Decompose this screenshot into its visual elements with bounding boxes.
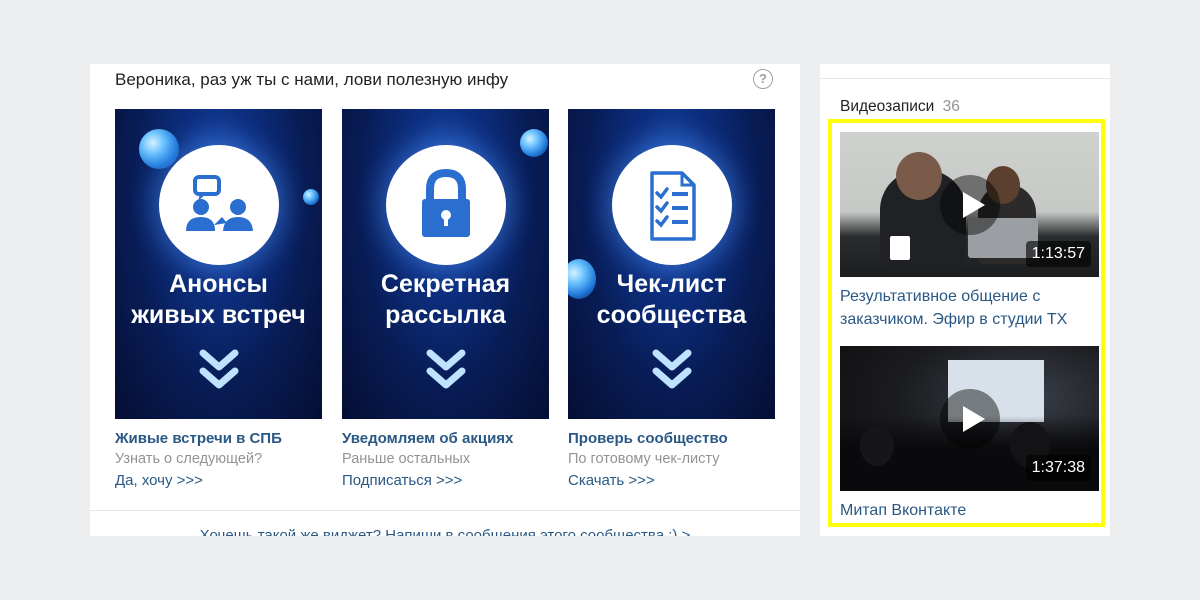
videos-count: 36 [942, 98, 960, 115]
double-chevron-down-icon [199, 349, 238, 389]
video-thumbnail[interactable]: 1:37:38 [840, 346, 1099, 491]
help-icon[interactable]: ? [753, 69, 773, 89]
widget-card-meetups[interactable]: Анонсы живых встреч Живые встречи в СПБ … [115, 109, 322, 489]
card-banner-newsletter[interactable]: Секретная рассылка [342, 109, 549, 419]
card-banner-text: Анонсы живых встреч [131, 270, 306, 329]
card-subtitle: Узнать о следующей? [115, 451, 263, 467]
video-item[interactable]: 1:13:57 Результативное общение с заказчи… [840, 132, 1099, 331]
card-subtitle: Раньше остальных [342, 451, 471, 467]
person-silhouette [896, 152, 942, 200]
widget-card-checklist[interactable]: Чек-лист сообщества Проверь сообщество П… [568, 109, 775, 489]
checklist-icon [611, 145, 732, 265]
lock-icon [385, 145, 506, 265]
video-title[interactable]: Результативное общение с заказчиком. Эфи… [840, 285, 1099, 331]
card-link[interactable]: Скачать >>> [568, 472, 775, 489]
play-icon[interactable] [939, 174, 1000, 235]
play-icon[interactable] [939, 388, 1000, 449]
video-duration: 1:37:38 [1025, 455, 1091, 481]
mug-shape [890, 236, 910, 260]
people-chat-icon [158, 145, 279, 265]
card-title[interactable]: Уведомляем об акциях [342, 430, 549, 447]
decorative-bubble [520, 129, 548, 157]
card-banner-checklist[interactable]: Чек-лист сообщества [568, 109, 775, 419]
card-banner-text: Секретная рассылка [380, 270, 511, 329]
card-banner-meetups[interactable]: Анонсы живых встреч [115, 109, 322, 419]
video-item[interactable]: 1:37:38 Митап Вконтакте [840, 346, 1099, 522]
card-subtitle: По готовому чек-листу [568, 451, 720, 467]
widget-card-newsletter[interactable]: Секретная рассылка Уведомляем об акциях … [342, 109, 549, 489]
card-banner-text: Чек-лист сообщества [596, 270, 747, 329]
videos-header[interactable]: Видеозаписи 36 [840, 98, 960, 116]
double-chevron-down-icon [652, 349, 691, 389]
video-title[interactable]: Митап Вконтакте [840, 499, 1099, 522]
card-link[interactable]: Да, хочу >>> [115, 472, 322, 489]
video-thumbnail[interactable]: 1:13:57 [840, 132, 1099, 277]
videos-block: Видеозаписи 36 1:13:57 Результативное об… [820, 64, 1110, 536]
decorative-bubble [303, 189, 319, 205]
community-widget: Вероника, раз уж ты с нами, лови полезну… [90, 64, 800, 536]
card-title[interactable]: Живые встречи в СПБ [115, 430, 322, 447]
double-chevron-down-icon [426, 349, 465, 389]
card-link[interactable]: Подписаться >>> [342, 472, 549, 489]
widget-title: Вероника, раз уж ты с нами, лови полезну… [115, 70, 509, 89]
card-title[interactable]: Проверь сообщество [568, 430, 775, 447]
widget-footer-link[interactable]: Хочешь такой же виджет? Напиши в сообщен… [90, 510, 800, 536]
video-duration: 1:13:57 [1025, 241, 1091, 267]
person-silhouette [860, 426, 894, 466]
videos-header-label: Видеозаписи [840, 98, 935, 115]
divider [820, 78, 1110, 79]
